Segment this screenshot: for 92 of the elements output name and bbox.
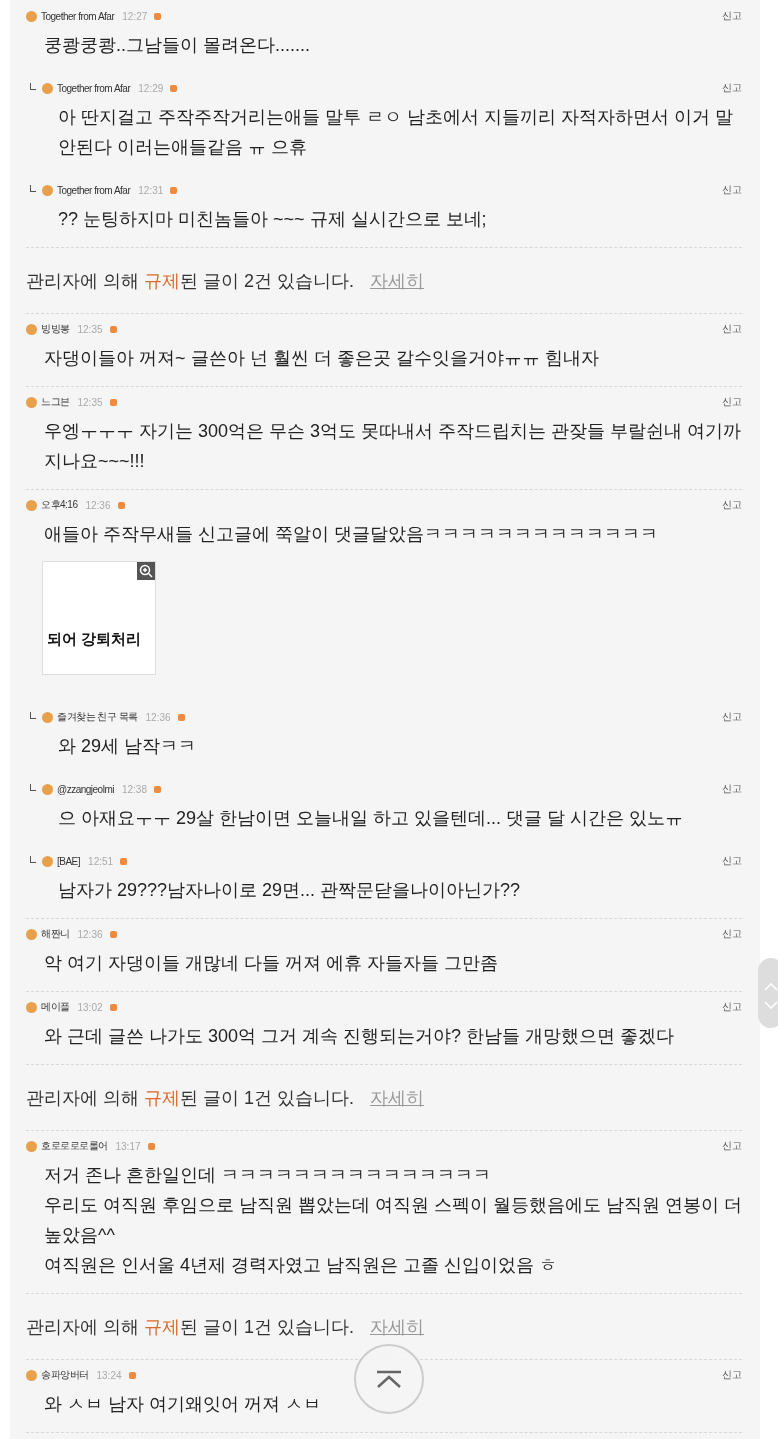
comment-time: 13:17 — [115, 1140, 141, 1152]
avatar-icon — [26, 1140, 37, 1152]
avatar-icon — [42, 82, 53, 94]
reply-arrow-icon — [30, 711, 36, 719]
comment-text: 아 딴지걸고 주작주작거리는애들 말투 ㄹㅇ 남초에서 지들끼리 자적자하면서 이거 말안된다 이러는애들같음 ㅠ 으휴 — [58, 106, 734, 159]
image-text: 되어 강퇴처리 — [47, 630, 142, 649]
avatar-icon — [42, 711, 53, 723]
new-badge-icon — [154, 12, 162, 20]
author-name[interactable]: 느그븐 — [41, 395, 70, 409]
new-badge-icon — [154, 785, 161, 793]
new-badge-icon — [109, 1003, 117, 1011]
new-badge-icon — [147, 1142, 155, 1150]
author-name[interactable]: 호로로로로롤어 — [41, 1139, 108, 1153]
new-badge-icon — [128, 1371, 136, 1379]
comment-text: 자댕이들아 꺼져~ 글쓴아 넌 훨씬 더 좋은곳 갈수잇을거야ㅠㅠ 힘내자 — [44, 347, 600, 370]
comment-text: 으 아재요ㅜㅜ 29살 한남이면 오늘내일 하고 있을텐데... 댓글 달 시간은 있노ㅠ — [58, 807, 685, 830]
comment-time: 12:38 — [121, 783, 147, 795]
new-badge-icon — [170, 84, 178, 92]
avatar-icon — [26, 323, 37, 335]
comment-time: 13:02 — [77, 1001, 103, 1013]
report-link[interactable]: 신고 — [722, 9, 742, 23]
moderation-notice: 관리자에 의해 규제된 글이 1건 있습니다. — [26, 1316, 355, 1339]
reply-arrow-icon — [30, 855, 36, 863]
report-link[interactable]: 신고 — [722, 395, 742, 409]
comment-text: 남자가 29???남자나이로 29면... 관짝문닫을나이아닌가?? — [58, 879, 522, 902]
report-link[interactable]: 신고 — [722, 81, 742, 95]
report-link[interactable]: 신고 — [722, 1000, 742, 1014]
comment-text: 와 근데 글쓴 나가도 300억 그거 계속 진행되는거야? 한남들 개망했으면 좋겠다 — [44, 1025, 676, 1048]
author-name[interactable]: Together from Afar — [57, 82, 131, 94]
report-link[interactable]: 신고 — [722, 710, 742, 724]
comment-time: 12:36 — [145, 711, 171, 723]
comment-time: 12:51 — [88, 855, 114, 867]
reply-arrow-icon — [30, 184, 36, 192]
avatar-icon — [26, 10, 37, 22]
avatar-icon — [42, 783, 53, 795]
image-thumbnail[interactable]: 되어 강퇴처리 — [42, 561, 156, 675]
author-name[interactable]: 송파앙버터 — [41, 1368, 89, 1382]
comment-time: 12:29 — [138, 82, 164, 94]
report-link[interactable]: 신고 — [722, 927, 742, 941]
moderation-notice: 관리자에 의해 규제된 글이 1건 있습니다. — [26, 1087, 355, 1110]
comment-text: 악 여기 자댕이들 개많네 다들 꺼져 에휴 자들자들 그만좀 — [44, 952, 499, 975]
author-name[interactable]: 빙빙봉 — [41, 322, 70, 336]
avatar-icon — [26, 396, 37, 408]
comment-text: 쿵쾅쿵쾅..그남들이 몰려온다....... — [44, 34, 311, 57]
avatar-icon — [26, 928, 37, 940]
comment-text: 저거 존나 흔한일인데 ㅋㅋㅋㅋㅋㅋㅋㅋㅋㅋㅋㅋㅋㅋㅋ — [44, 1164, 492, 1187]
comment-time: 12:31 — [138, 184, 164, 196]
comment-time: 12:36 — [85, 499, 111, 511]
avatar-icon — [42, 855, 53, 867]
comment-text: 와 ㅅㅂ 남자 여기왜잇어 꺼져 ㅅㅂ — [44, 1393, 322, 1416]
report-link[interactable]: 신고 — [722, 322, 742, 336]
comment-text: 우엥ㅜㅜㅜ 자기는 300억은 무슨 3억도 못따내서 주작드립치는 관잦들 부랄쉰내 여기까지나요~~~!!! — [44, 420, 742, 473]
report-link[interactable]: 신고 — [722, 854, 742, 868]
report-link[interactable]: 신고 — [722, 183, 742, 197]
comment-text: ?? 눈팅하지마 미친놈들아 ~~~ 규제 실시간으로 보네; — [58, 208, 488, 231]
comment-text: 와 29세 남작ㅋㅋ — [58, 735, 198, 758]
comment-time: 12:35 — [77, 396, 103, 408]
scroll-top-icon[interactable] — [374, 1369, 404, 1389]
moderation-notice: 관리자에 의해 규제된 글이 2건 있습니다. — [26, 270, 355, 293]
author-name[interactable]: [BAE] — [57, 855, 81, 867]
author-name[interactable]: @zzangjeolmi — [57, 783, 114, 795]
author-name[interactable]: Together from Afar — [41, 10, 115, 22]
comment-text: 우리도 여직원 후임으로 남직원 뽑았는데 여직원 스펙이 월등했음에도 남직원 연봉이 더 높았음^^ — [44, 1194, 742, 1247]
new-badge-icon — [109, 930, 117, 938]
comment-time: 13:24 — [96, 1369, 122, 1381]
avatar-icon — [42, 184, 53, 196]
avatar-icon — [26, 499, 37, 511]
new-badge-icon — [170, 186, 178, 194]
comment-text: 애들아 주작무새들 신고글에 쭉알이 댓글달았음ㅋㅋㅋㅋㅋㅋㅋㅋㅋㅋㅋㅋㅋ — [44, 523, 659, 546]
new-badge-icon — [109, 325, 117, 333]
reply-arrow-icon — [30, 82, 36, 90]
reply-arrow-icon — [30, 783, 36, 791]
comment-time: 12:36 — [77, 928, 103, 940]
zoom-icon[interactable] — [137, 562, 155, 580]
author-name[interactable]: 오후4:16 — [41, 498, 78, 512]
new-badge-icon — [109, 398, 117, 406]
comment-time: 12:35 — [77, 323, 103, 335]
avatar-icon — [26, 1369, 37, 1381]
report-link[interactable]: 신고 — [722, 782, 742, 796]
author-name[interactable]: Together from Afar — [57, 184, 131, 196]
author-name[interactable]: 메이플 — [41, 1000, 70, 1014]
avatar-icon — [26, 1001, 37, 1013]
new-badge-icon — [177, 713, 185, 721]
report-link[interactable]: 신고 — [722, 1368, 742, 1382]
new-badge-icon — [117, 501, 125, 509]
comment-text: 여직원은 인서울 4년제 경력자였고 남직원은 고졸 신입이었음 ㅎ — [44, 1254, 559, 1277]
author-name[interactable]: 해짠니 — [41, 927, 70, 941]
comment-time: 12:27 — [122, 10, 148, 22]
report-link[interactable]: 신고 — [722, 498, 742, 512]
new-badge-icon — [120, 857, 128, 865]
author-name[interactable]: 즐겨찾는 친구 목록 — [57, 710, 138, 724]
report-link[interactable]: 신고 — [722, 1139, 742, 1153]
